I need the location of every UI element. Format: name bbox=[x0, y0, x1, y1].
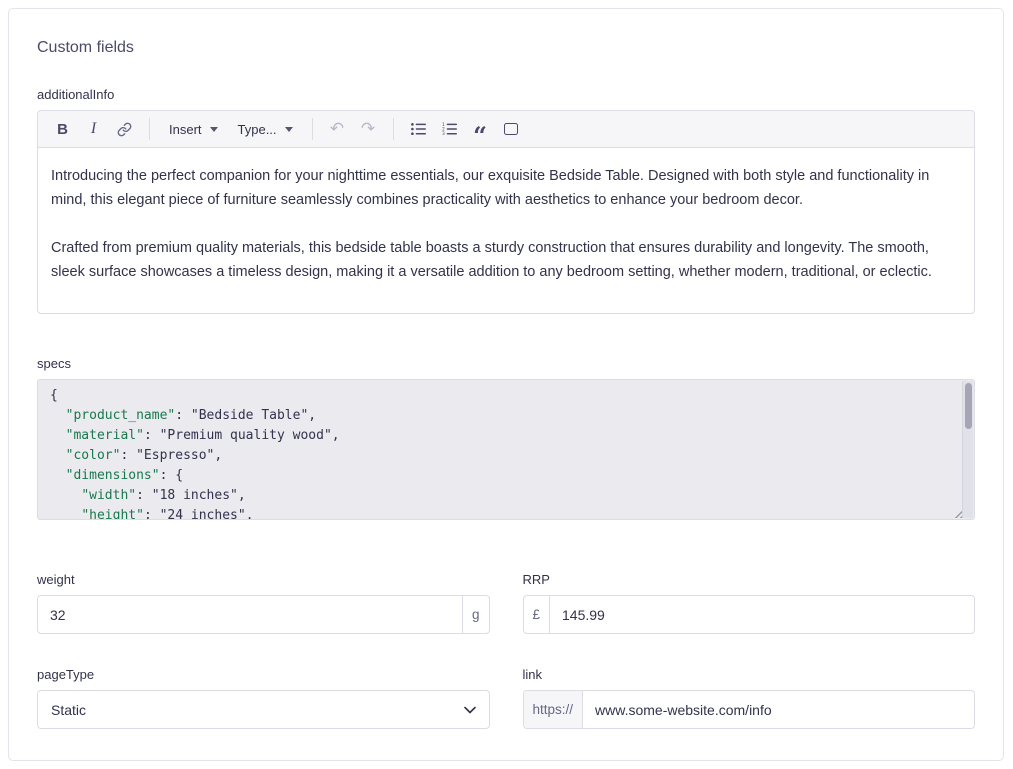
weight-label: weight bbox=[37, 572, 490, 587]
toolbar-divider bbox=[312, 118, 313, 140]
row-weight-rrp: weight g RRP £ bbox=[37, 572, 975, 634]
additional-info-label: additionalInfo bbox=[37, 87, 975, 102]
blockquote-button[interactable]: “ bbox=[466, 115, 495, 143]
specs-label: specs bbox=[37, 356, 975, 371]
field-specs: specs { "product_name": "Bedside Table",… bbox=[37, 356, 975, 520]
page-type-label: pageType bbox=[37, 667, 490, 682]
blockquote-icon: “ bbox=[473, 121, 487, 150]
paragraph: Introducing the perfect companion for yo… bbox=[51, 164, 961, 212]
field-weight: weight g bbox=[37, 572, 490, 634]
link-icon bbox=[117, 122, 132, 137]
link-input-group: https:// bbox=[523, 690, 976, 729]
page-type-value: Static bbox=[51, 702, 86, 718]
insert-dropdown-label: Insert bbox=[169, 122, 202, 137]
italic-button[interactable]: I bbox=[79, 115, 108, 143]
bullet-list-button[interactable] bbox=[404, 115, 433, 143]
page-type-select[interactable]: Static bbox=[37, 690, 490, 729]
caret-down-icon bbox=[285, 127, 293, 132]
field-additional-info: additionalInfo B I Insert Type... bbox=[37, 87, 975, 314]
bold-button[interactable]: B bbox=[48, 115, 77, 143]
undo-icon: ↶ bbox=[330, 119, 344, 139]
link-button[interactable] bbox=[110, 115, 139, 143]
numbered-list-icon: 1 2 3 bbox=[442, 122, 457, 136]
rrp-input-group: £ bbox=[523, 595, 976, 634]
field-rrp: RRP £ bbox=[523, 572, 976, 634]
caret-down-icon bbox=[210, 127, 218, 132]
rte-toolbar: B I Insert Type... ↶ bbox=[38, 111, 974, 148]
row-pagetype-link: pageType Static link https:// bbox=[37, 667, 975, 729]
code-block-icon bbox=[504, 123, 518, 135]
rte-content[interactable]: Introducing the perfect companion for yo… bbox=[38, 148, 974, 313]
bullet-list-icon bbox=[411, 122, 426, 136]
weight-input[interactable] bbox=[38, 596, 462, 633]
toolbar-divider bbox=[393, 118, 394, 140]
currency-prefix: £ bbox=[524, 596, 551, 633]
rrp-label: RRP bbox=[523, 572, 976, 587]
redo-button[interactable]: ↷ bbox=[354, 115, 383, 143]
numbered-list-button[interactable]: 1 2 3 bbox=[435, 115, 464, 143]
field-link: link https:// bbox=[523, 667, 976, 729]
link-label: link bbox=[523, 667, 976, 682]
scrollbar[interactable] bbox=[962, 381, 973, 518]
specs-code-editor[interactable]: { "product_name": "Bedside Table", "mate… bbox=[37, 379, 975, 520]
rich-text-editor: B I Insert Type... ↶ bbox=[37, 110, 975, 314]
redo-icon: ↷ bbox=[361, 119, 375, 139]
type-dropdown-label: Type... bbox=[238, 122, 277, 137]
svg-text:3: 3 bbox=[442, 131, 445, 136]
custom-fields-panel: Custom fields additionalInfo B I Insert bbox=[8, 8, 1004, 761]
chevron-down-icon bbox=[464, 706, 476, 714]
weight-unit-suffix: g bbox=[462, 596, 489, 633]
rrp-input[interactable] bbox=[550, 596, 974, 633]
panel-title: Custom fields bbox=[37, 39, 975, 57]
scrollbar-thumb[interactable] bbox=[965, 383, 972, 429]
code-block-button[interactable] bbox=[497, 115, 526, 143]
weight-input-group: g bbox=[37, 595, 490, 634]
code-content[interactable]: { "product_name": "Bedside Table", "mate… bbox=[38, 380, 974, 520]
insert-dropdown[interactable]: Insert bbox=[160, 115, 227, 143]
toolbar-divider bbox=[149, 118, 150, 140]
paragraph: Crafted from premium quality materials, … bbox=[51, 236, 961, 284]
undo-button[interactable]: ↶ bbox=[323, 115, 352, 143]
protocol-prefix: https:// bbox=[524, 691, 584, 728]
link-input[interactable] bbox=[583, 691, 974, 728]
type-dropdown[interactable]: Type... bbox=[229, 115, 302, 143]
field-page-type: pageType Static bbox=[37, 667, 490, 729]
